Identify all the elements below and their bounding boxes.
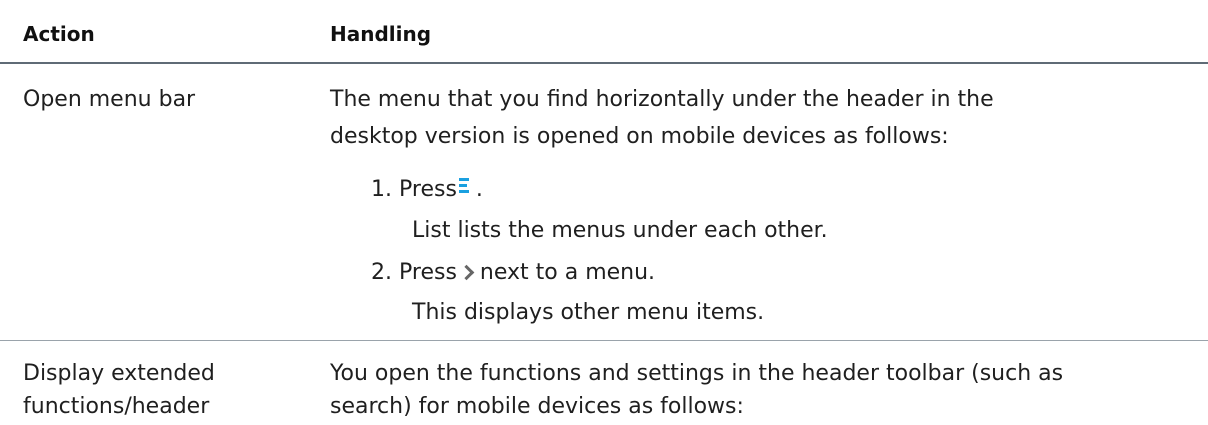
chevron-right-icon xyxy=(458,264,475,280)
step-1-after-icon: . xyxy=(475,177,483,202)
column-header-action: Action xyxy=(23,22,95,46)
step-2-after-icon: next to a menu. xyxy=(479,260,656,285)
menu-icon xyxy=(458,178,469,194)
step-2-number: 2. xyxy=(371,260,392,285)
row-2-handling-line-1: You open the functions and settings in t… xyxy=(330,361,1064,386)
row-1-handling-intro-line-2: desktop version is opened on mobile devi… xyxy=(330,124,949,149)
row-2-action-line-2: functions/header xyxy=(23,394,210,419)
document-table: Action Handling Open menu bar The menu t… xyxy=(0,0,1208,423)
row-divider xyxy=(0,340,1208,341)
step-1-text: Press xyxy=(399,177,457,202)
row-1-handling-intro-line-1: The menu that you find horizontally unde… xyxy=(330,87,994,112)
column-header-handling: Handling xyxy=(330,22,432,46)
step-1-number: 1. xyxy=(371,177,392,202)
header-divider xyxy=(0,62,1208,64)
step-2-result: This displays other menu items. xyxy=(412,300,765,325)
row-2-handling-line-2: search) for mobile devices as follows: xyxy=(330,394,744,419)
step-1: 1. Press . xyxy=(371,172,483,208)
step-1-result: List lists the menus under each other. xyxy=(412,218,828,243)
step-2-text: Press xyxy=(399,260,457,285)
step-2: 2. Press next to a menu. xyxy=(371,255,655,291)
row-1-action: Open menu bar xyxy=(23,87,196,112)
row-2-action-line-1: Display extended xyxy=(23,361,215,386)
